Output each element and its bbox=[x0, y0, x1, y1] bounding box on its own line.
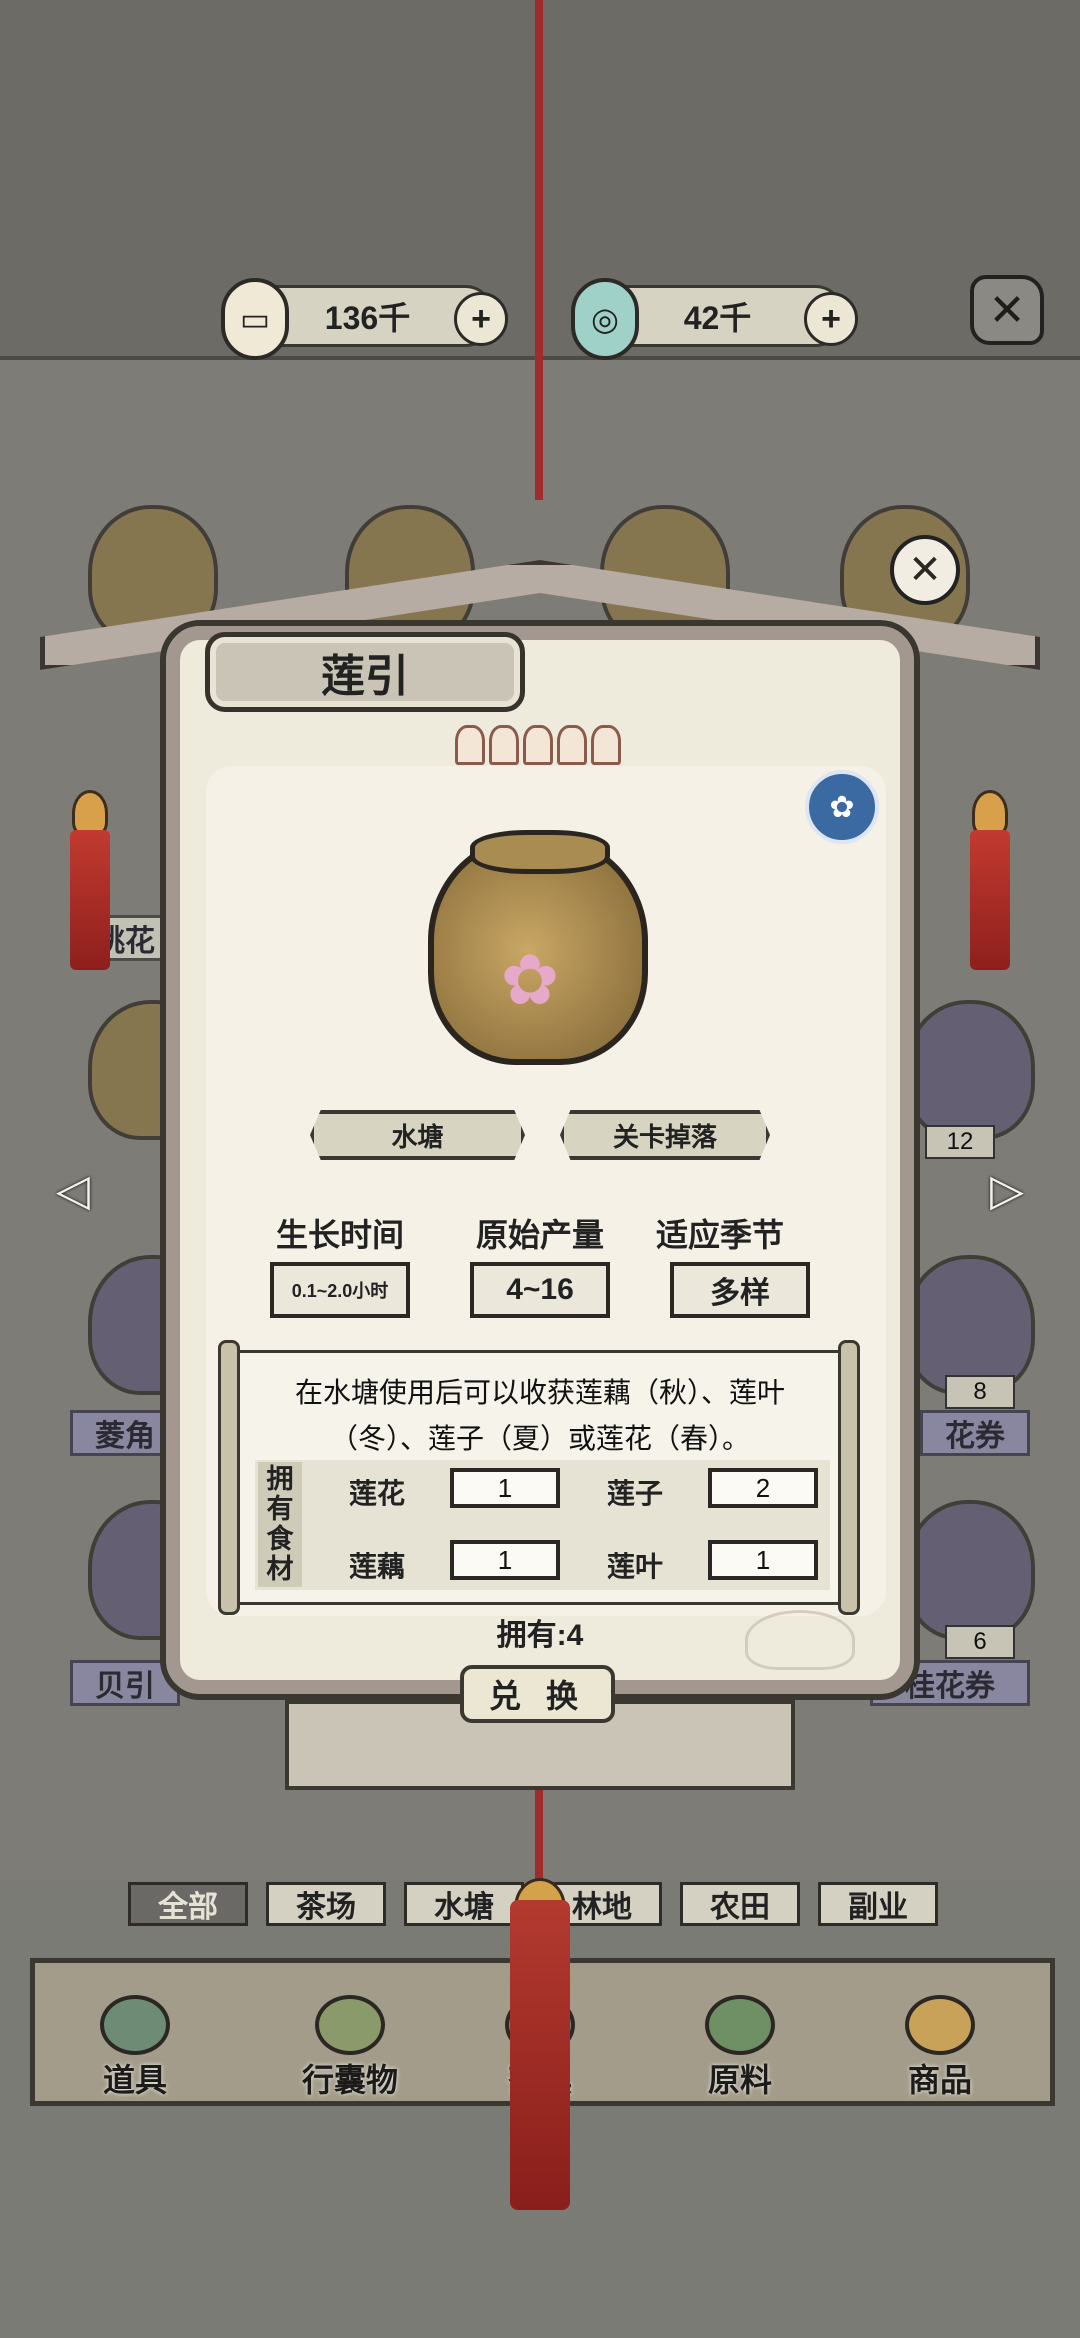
coin-counter: ▭ 136千 + bbox=[221, 278, 508, 360]
previous-item-arrow-icon[interactable]: ◁ bbox=[28, 1160, 118, 1220]
coin-value: 136千 bbox=[324, 300, 411, 336]
inventory-bag[interactable] bbox=[905, 1255, 1035, 1395]
tab-all[interactable]: 全部 bbox=[128, 1882, 248, 1926]
add-coin-button[interactable]: + bbox=[454, 292, 508, 346]
source-tag-stage-drop[interactable]: 关卡掉落 bbox=[560, 1110, 770, 1160]
next-item-arrow-icon[interactable]: ▷ bbox=[962, 1160, 1052, 1220]
bag-count: 8 bbox=[945, 1375, 1015, 1409]
nav-label: 道具 bbox=[102, 2062, 167, 2098]
ingredient-count: 1 bbox=[450, 1540, 560, 1580]
jade-icon: ◎ bbox=[571, 278, 639, 360]
ingredient-name: 莲叶 bbox=[606, 1551, 663, 1582]
owned-ingredients-header: 拥有食材 bbox=[258, 1462, 302, 1587]
tab-tea-field[interactable]: 茶场 bbox=[266, 1882, 386, 1926]
nav-item-luggage[interactable]: 行囊物 bbox=[280, 1995, 420, 2105]
luggage-icon bbox=[315, 1995, 385, 2055]
nav-item-goods[interactable]: 商品 bbox=[880, 1995, 1000, 2105]
source-tag-pond[interactable]: 水塘 bbox=[310, 1110, 525, 1160]
props-icon bbox=[100, 1995, 170, 2055]
bag-count: 12 bbox=[925, 1125, 995, 1159]
add-jade-button[interactable]: + bbox=[804, 292, 858, 346]
tab-side-business[interactable]: 副业 bbox=[818, 1882, 938, 1926]
star-icon bbox=[523, 725, 553, 765]
ingredient-name: 莲子 bbox=[606, 1478, 663, 1509]
bag-count: 6 bbox=[945, 1625, 1015, 1659]
close-card-button[interactable]: ✕ bbox=[890, 535, 960, 605]
item-description: 在水塘使用后可以收获莲藕（秋）、莲叶（冬）、莲子（夏）或莲花（春）。 bbox=[294, 1377, 785, 1454]
bag-label: 花券 bbox=[920, 1410, 1030, 1456]
inventory-bag[interactable] bbox=[905, 1500, 1035, 1640]
stat-value-growth-time: 0.1~2.0小时 bbox=[270, 1262, 410, 1318]
nav-label: 行囊物 bbox=[301, 2062, 398, 2098]
tab-pond[interactable]: 水塘 bbox=[404, 1882, 524, 1926]
tassel-icon bbox=[70, 830, 110, 970]
hanging-string bbox=[535, 0, 543, 500]
nav-item-props[interactable]: 道具 bbox=[75, 1995, 195, 2105]
tassel-icon bbox=[970, 830, 1010, 970]
ingredient-count: 2 bbox=[708, 1468, 818, 1508]
ingredient-count: 1 bbox=[450, 1468, 560, 1508]
jade-counter: ◎ 42千 + bbox=[571, 278, 858, 360]
ribbon-badge-icon[interactable]: ✿ bbox=[805, 770, 879, 844]
stat-value-base-yield: 4~16 bbox=[470, 1262, 610, 1318]
teapot-icon bbox=[745, 1610, 855, 1670]
stat-label-season: 适应季节 bbox=[655, 1217, 784, 1253]
stat-value-season: 多样 bbox=[670, 1262, 810, 1318]
jade-value: 42千 bbox=[683, 300, 752, 336]
lotus-icon: ✿ bbox=[500, 941, 560, 1019]
scroll-rod bbox=[838, 1340, 860, 1615]
coin-icon: ▭ bbox=[221, 278, 289, 360]
inventory-bag[interactable] bbox=[905, 1000, 1035, 1140]
exchange-button[interactable]: 兑 换 bbox=[460, 1665, 615, 1723]
ingredient-count: 1 bbox=[708, 1540, 818, 1580]
star-icon bbox=[489, 725, 519, 765]
nav-label: 原料 bbox=[707, 2062, 772, 2098]
stat-label-growth-time: 生长时间 bbox=[275, 1217, 404, 1253]
tassel-icon bbox=[510, 1900, 570, 2210]
star-icon bbox=[557, 725, 587, 765]
nav-label: 商品 bbox=[907, 2062, 972, 2098]
materials-icon bbox=[705, 1995, 775, 2055]
scroll-rod bbox=[218, 1340, 240, 1615]
star-icon bbox=[455, 725, 485, 765]
star-rating bbox=[455, 725, 621, 765]
goods-icon bbox=[905, 1995, 975, 2055]
item-bag-neck bbox=[470, 830, 610, 874]
stat-label-base-yield: 原始产量 bbox=[475, 1217, 604, 1253]
close-inventory-button[interactable]: ✕ bbox=[970, 275, 1044, 345]
item-title: 莲引 bbox=[205, 632, 525, 712]
hanging-string bbox=[535, 1790, 543, 1890]
star-icon bbox=[591, 725, 621, 765]
nav-item-materials[interactable]: 原料 bbox=[680, 1995, 800, 2105]
ingredient-name: 莲藕 bbox=[348, 1551, 405, 1582]
owned-total: 拥有:4 bbox=[496, 1619, 584, 1652]
tab-farmland[interactable]: 农田 bbox=[680, 1882, 800, 1926]
ingredient-name: 莲花 bbox=[348, 1478, 405, 1509]
